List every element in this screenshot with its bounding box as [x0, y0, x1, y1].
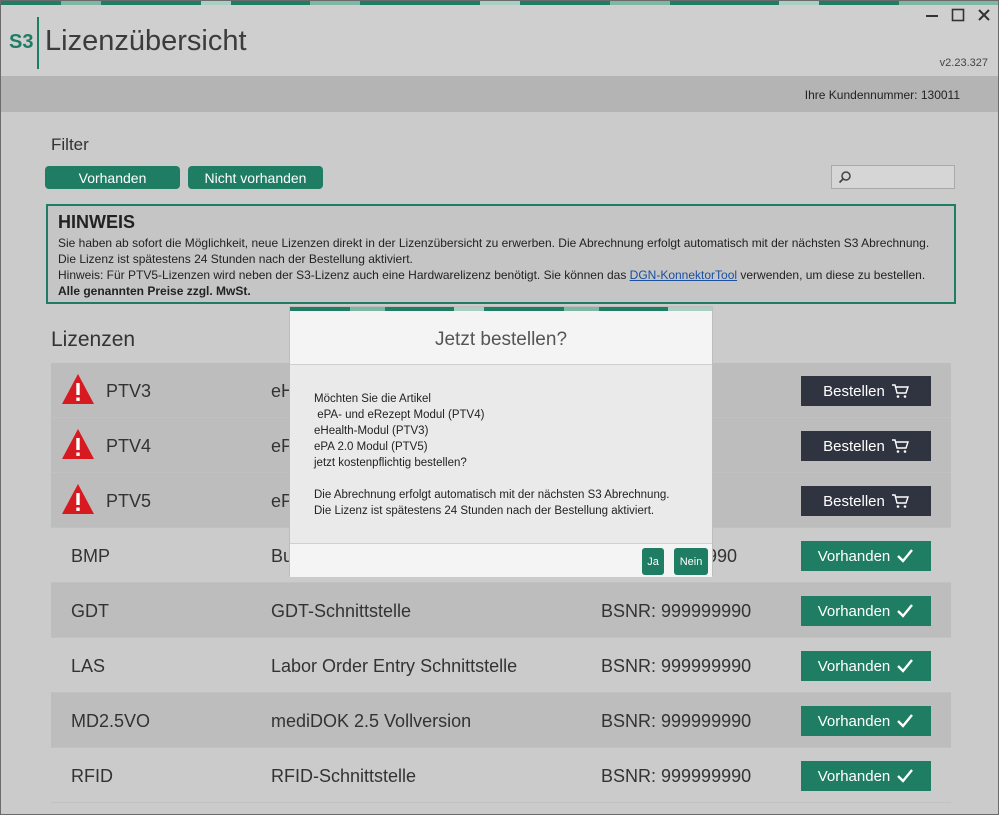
- checkmark-icon: [897, 769, 914, 783]
- filter-not-available-button[interactable]: Nicht vorhanden: [188, 166, 323, 189]
- order-confirm-dialog: Jetzt bestellen? Möchten Sie die Artikel…: [289, 306, 713, 577]
- search-icon: [838, 171, 851, 184]
- dialog-line: jetzt kostenpflichtig bestellen?: [314, 457, 467, 469]
- confirm-no-button[interactable]: Nein: [674, 548, 708, 575]
- customer-bar: Ihre Kundennummer: 130011: [1, 76, 998, 112]
- warning-icon: [62, 429, 94, 459]
- window-controls: [924, 7, 992, 23]
- checkmark-icon: [897, 604, 914, 618]
- available-button-rfid[interactable]: Vorhanden: [801, 761, 931, 791]
- hint-line-1: Sie haben ab sofort die Möglichkeit, neu…: [58, 236, 930, 250]
- license-bsnr: BSNR: 999999990: [601, 601, 752, 621]
- hint-line-3-pre: Hinweis: Für PTV5-Lizenzen wird neben de…: [58, 268, 630, 282]
- dialog-line: Die Abrechnung erfolgt automatisch mit d…: [314, 489, 670, 501]
- minimize-button[interactable]: [924, 7, 940, 23]
- license-bsnr: BSNR: 999999990: [601, 656, 752, 676]
- license-code: PTV4: [106, 436, 152, 456]
- license-bsnr: BSNR: 999999990: [601, 711, 752, 731]
- maximize-button[interactable]: [950, 7, 966, 23]
- dialog-line: ePA- und eRezept Modul (PTV4): [314, 409, 485, 421]
- license-code: BMP: [71, 546, 111, 566]
- filter-available-button[interactable]: Vorhanden: [45, 166, 180, 189]
- close-button[interactable]: [976, 7, 992, 23]
- cart-icon: [891, 384, 909, 398]
- checkmark-icon: [897, 714, 914, 728]
- license-description: RFID-Schnittstelle: [271, 766, 417, 786]
- available-button-md25vo[interactable]: Vorhanden: [801, 706, 931, 736]
- dialog-header: Jetzt bestellen?: [290, 311, 712, 365]
- hint-line-3-post: verwenden, um diese zu bestellen.: [737, 268, 926, 282]
- filter-heading: Filter: [51, 135, 89, 154]
- order-button-ptv4[interactable]: Bestellen: [801, 431, 931, 461]
- available-button-label: Vorhanden: [817, 712, 891, 730]
- licenses-heading: Lizenzen: [51, 328, 136, 351]
- order-button-label: Bestellen: [823, 437, 885, 455]
- warning-icon: [62, 484, 94, 514]
- license-code: MD2.5VO: [71, 711, 151, 731]
- license-row-gdt: GDT GDT-Schnittstelle BSNR: 999999990 Vo…: [51, 583, 951, 638]
- license-code: LAS: [71, 656, 106, 676]
- hint-title: HINWEIS: [58, 212, 136, 232]
- order-button-label: Bestellen: [823, 382, 885, 400]
- hint-line-3: Hinweis: Für PTV5-Lizenzen wird neben de…: [58, 267, 944, 283]
- order-button-ptv5[interactable]: Bestellen: [801, 486, 931, 516]
- dialog-title: Jetzt bestellen?: [434, 329, 568, 350]
- dialog-line: [314, 471, 694, 487]
- available-button-las[interactable]: Vorhanden: [801, 651, 931, 681]
- license-code: PTV5: [106, 491, 152, 511]
- app-window: S3 Lizenzübersicht v2.23.327 Ihre Kunden…: [0, 0, 999, 815]
- cart-icon: [891, 439, 909, 453]
- available-button-gdt[interactable]: Vorhanden: [801, 596, 931, 626]
- checkmark-icon: [897, 549, 914, 563]
- hint-line-4: Alle genannten Preise zzgl. MwSt.: [58, 284, 251, 298]
- checkmark-icon: [897, 659, 914, 673]
- minimize-icon: [926, 15, 938, 17]
- available-button-label: Vorhanden: [817, 602, 891, 620]
- license-description: mediDOK 2.5 Vollversion: [271, 711, 472, 731]
- dialog-footer: Ja Nein: [290, 543, 712, 577]
- dialog-message: Möchten Sie die Artikel ePA- und eRezept…: [314, 391, 694, 519]
- close-icon: [978, 9, 990, 21]
- available-button-label: Vorhanden: [817, 657, 891, 675]
- license-description: GDT-Schnittstelle: [271, 601, 412, 621]
- konnektor-tool-link[interactable]: DGN-KonnektorTool: [630, 268, 737, 282]
- app-logo: S3: [9, 31, 34, 53]
- confirm-yes-button[interactable]: Ja: [642, 548, 664, 575]
- version-label: v2.23.327: [939, 57, 988, 69]
- hint-box: HINWEIS Sie haben ab sofort die Möglichk…: [46, 204, 956, 304]
- license-bsnr: BSNR: 999999990: [601, 766, 752, 786]
- customer-number: Ihre Kundennummer: 130011: [804, 88, 960, 102]
- license-code: GDT: [71, 601, 109, 621]
- license-row-las: LAS Labor Order Entry Schnittstelle BSNR…: [51, 638, 951, 693]
- dialog-line: eHealth-Modul (PTV3): [314, 425, 429, 437]
- logo-divider: [37, 17, 39, 69]
- dialog-line: ePA 2.0 Modul (PTV5): [314, 441, 428, 453]
- available-button-label: Vorhanden: [817, 547, 891, 565]
- license-code: RFID: [71, 766, 113, 786]
- hint-line-2: Die Lizenz ist spätestens 24 Stunden nac…: [58, 252, 413, 266]
- dialog-line: Die Lizenz ist spätestens 24 Stunden nac…: [314, 505, 655, 517]
- cart-icon: [891, 494, 909, 508]
- warning-icon: [62, 374, 94, 404]
- search-input[interactable]: [856, 168, 952, 186]
- order-button-label: Bestellen: [823, 492, 885, 510]
- license-code: PTV3: [106, 381, 152, 401]
- page-title: Lizenzübersicht: [45, 25, 247, 57]
- order-button-ptv3[interactable]: Bestellen: [801, 376, 931, 406]
- search-field[interactable]: [831, 165, 955, 189]
- license-description: Labor Order Entry Schnittstelle: [271, 656, 518, 676]
- available-button-label: Vorhanden: [817, 767, 891, 785]
- dialog-line: Möchten Sie die Artikel: [314, 393, 431, 405]
- license-row-md25vo: MD2.5VO mediDOK 2.5 Vollversion BSNR: 99…: [51, 693, 951, 748]
- title-bar: S3 Lizenzübersicht v2.23.327: [1, 5, 998, 76]
- available-button-bmp[interactable]: Vorhanden: [801, 541, 931, 571]
- maximize-icon: [951, 8, 965, 22]
- license-row-rfid: RFID RFID-Schnittstelle BSNR: 999999990 …: [51, 748, 951, 803]
